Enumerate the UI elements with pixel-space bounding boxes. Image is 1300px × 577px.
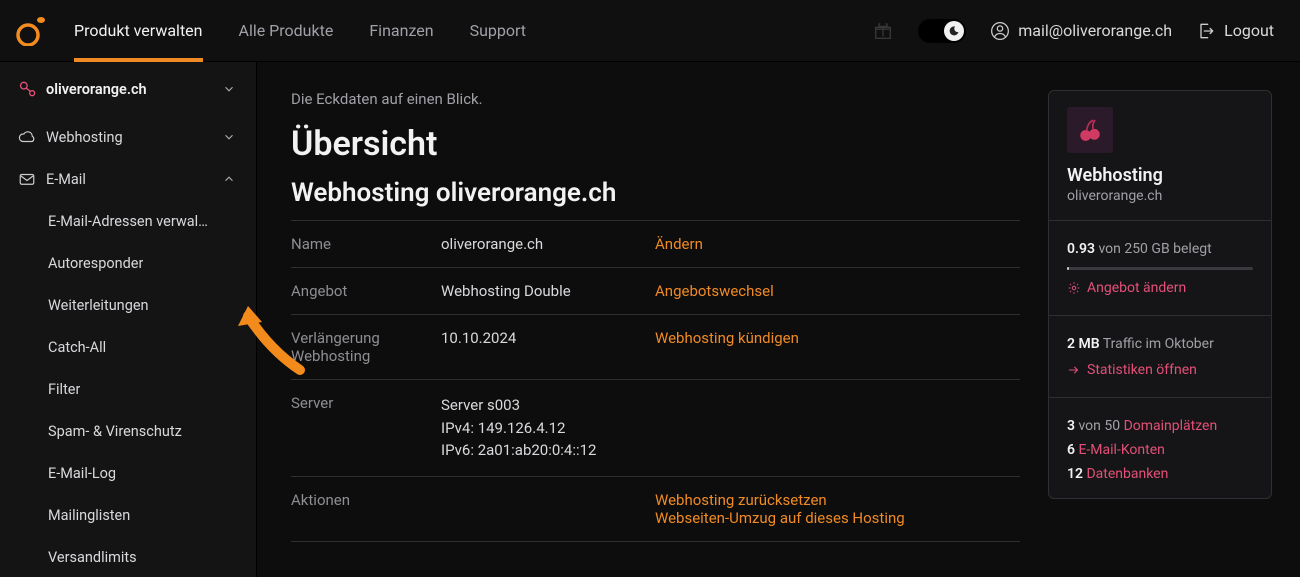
content-area: Die Eckdaten auf einen Blick. Übersicht …	[291, 90, 1020, 577]
dark-mode-toggle[interactable]	[918, 19, 966, 43]
server-name: Server s003	[441, 394, 1020, 417]
emails-count: 6	[1067, 442, 1075, 458]
cherry-icon	[1077, 117, 1103, 143]
section-title: Webhosting oliverorange.ch	[291, 178, 1020, 208]
nav-finance[interactable]: Finanzen	[369, 0, 433, 62]
header: Produkt verwalten Alle Produkte Finanzen…	[0, 0, 1300, 62]
table-row: Verlängerung Webhosting 10.10.2024 Webho…	[291, 315, 1020, 380]
storage-total: von 250 GB belegt	[1095, 241, 1212, 257]
action-change-name[interactable]: Ändern	[655, 235, 703, 253]
db-count: 12	[1067, 466, 1083, 482]
sidebar-sub-addresses[interactable]: E-Mail-Adressen verwal…	[0, 200, 256, 242]
link-email-accounts[interactable]: E-Mail-Konten	[1075, 442, 1165, 458]
table-row: Name oliverorange.ch Ändern	[291, 221, 1020, 268]
sidebar-webhosting-label: Webhosting	[46, 129, 220, 146]
link-domain-slots[interactable]: Domainplätzen	[1124, 418, 1218, 434]
sidebar-sub-limits[interactable]: Versandlimits	[0, 536, 256, 577]
logo-icon	[16, 16, 46, 46]
page-title: Übersicht	[291, 124, 1020, 164]
table-row: Server Server s003 IPv4: 149.126.4.12 IP…	[291, 380, 1020, 477]
link-label: Angebot ändern	[1087, 280, 1186, 296]
webhosting-app-icon	[1067, 107, 1113, 153]
sidebar-domain-select[interactable]: oliverorange.ch	[0, 62, 256, 116]
action-website-move[interactable]: Webseiten-Umzug auf dieses Hosting	[655, 509, 905, 527]
row-value: 10.10.2024	[441, 315, 651, 380]
sidebar-domain-label: oliverorange.ch	[46, 81, 220, 98]
sidebar-sub-catchall[interactable]: Catch-All	[0, 326, 256, 368]
card-domain: oliverorange.ch	[1067, 188, 1253, 204]
user-icon	[990, 21, 1010, 41]
mail-icon	[18, 170, 36, 188]
row-label: Angebot	[291, 268, 441, 315]
sidebar-sub-forward[interactable]: Weiterleitungen	[0, 284, 256, 326]
sidebar-sub-label: Weiterleitungen	[48, 297, 149, 314]
nav-support[interactable]: Support	[470, 0, 526, 62]
sidebar-sub-label: Spam- & Virenschutz	[48, 423, 182, 440]
network-icon	[18, 79, 38, 99]
moon-icon	[948, 25, 960, 37]
cloud-icon	[18, 128, 36, 146]
sidebar-sub-label: E-Mail-Adressen verwal…	[48, 213, 208, 230]
summary-card: Webhosting oliverorange.ch 0.93 von 250 …	[1048, 90, 1272, 499]
domains-sep: von 50	[1075, 418, 1124, 434]
link-change-offer[interactable]: Angebot ändern	[1067, 280, 1186, 296]
card-title: Webhosting	[1067, 165, 1253, 186]
top-nav: Produkt verwalten Alle Produkte Finanzen…	[74, 0, 526, 62]
sidebar-email-label: E-Mail	[46, 171, 220, 188]
gear-icon	[1067, 281, 1081, 295]
logout-label: Logout	[1224, 21, 1274, 40]
sidebar-sub-label: Autoresponder	[48, 255, 143, 272]
link-databases[interactable]: Datenbanken	[1083, 466, 1168, 482]
link-open-stats[interactable]: Statistiken öffnen	[1067, 362, 1197, 378]
action-change-offer[interactable]: Angebotswechsel	[655, 282, 774, 300]
sidebar-sub-log[interactable]: E-Mail-Log	[0, 452, 256, 494]
server-ipv6: IPv6: 2a01:ab20:0:4::12	[441, 439, 1020, 462]
sidebar-sub-mailing[interactable]: Mailinglisten	[0, 494, 256, 536]
sidebar-sub-filter[interactable]: Filter	[0, 368, 256, 410]
action-reset-hosting[interactable]: Webhosting zurücksetzen	[655, 491, 827, 509]
logout-icon	[1196, 21, 1216, 41]
detail-table: Name oliverorange.ch Ändern Angebot Webh…	[291, 220, 1020, 542]
row-value: Webhosting Double	[441, 268, 651, 315]
table-row: Aktionen Webhosting zurücksetzen Webseit…	[291, 476, 1020, 541]
logout-button[interactable]: Logout	[1196, 21, 1274, 41]
sidebar-sub-label: Catch-All	[48, 339, 106, 356]
row-label: Aktionen	[291, 476, 441, 541]
row-label: Verlängerung Webhosting	[291, 315, 441, 380]
row-label: Server	[291, 380, 441, 477]
sidebar-sub-label: Filter	[48, 381, 80, 398]
nav-all-products[interactable]: Alle Produkte	[239, 0, 334, 62]
action-cancel-hosting[interactable]: Webhosting kündigen	[655, 329, 799, 347]
traffic-value: 2 MB	[1067, 336, 1100, 352]
sidebar: oliverorange.ch Webhosting	[0, 62, 257, 577]
page-subtitle: Die Eckdaten auf einen Blick.	[291, 90, 1020, 108]
server-ipv4: IPv4: 149.126.4.12	[441, 417, 1020, 440]
row-label: Name	[291, 221, 441, 268]
sidebar-item-webhosting[interactable]: Webhosting	[0, 116, 256, 158]
brand-logo[interactable]	[0, 0, 62, 62]
arrow-right-icon	[1067, 363, 1081, 377]
storage-bar	[1067, 267, 1253, 270]
sidebar-sub-label: E-Mail-Log	[48, 465, 116, 482]
domains-used: 3	[1067, 418, 1075, 434]
sidebar-sub-spam[interactable]: Spam- & Virenschutz	[0, 410, 256, 452]
chevron-down-icon	[222, 82, 236, 96]
sidebar-sub-autoresponder[interactable]: Autoresponder	[0, 242, 256, 284]
table-row: Angebot Webhosting Double Angebotswechse…	[291, 268, 1020, 315]
nav-manage-product[interactable]: Produkt verwalten	[74, 0, 203, 62]
user-email: mail@oliverorange.ch	[1018, 21, 1172, 40]
sidebar-sub-label: Mailinglisten	[48, 507, 130, 524]
sidebar-item-email[interactable]: E-Mail	[0, 158, 256, 200]
row-value: oliverorange.ch	[441, 221, 651, 268]
gift-icon[interactable]	[872, 20, 894, 42]
traffic-text: Traffic im Oktober	[1100, 336, 1214, 352]
user-menu[interactable]: mail@oliverorange.ch	[990, 21, 1172, 41]
storage-used: 0.93	[1067, 241, 1095, 257]
sidebar-sub-label: Versandlimits	[48, 549, 137, 566]
chevron-down-icon	[222, 130, 236, 144]
link-label: Statistiken öffnen	[1087, 362, 1197, 378]
chevron-up-icon	[222, 172, 236, 186]
